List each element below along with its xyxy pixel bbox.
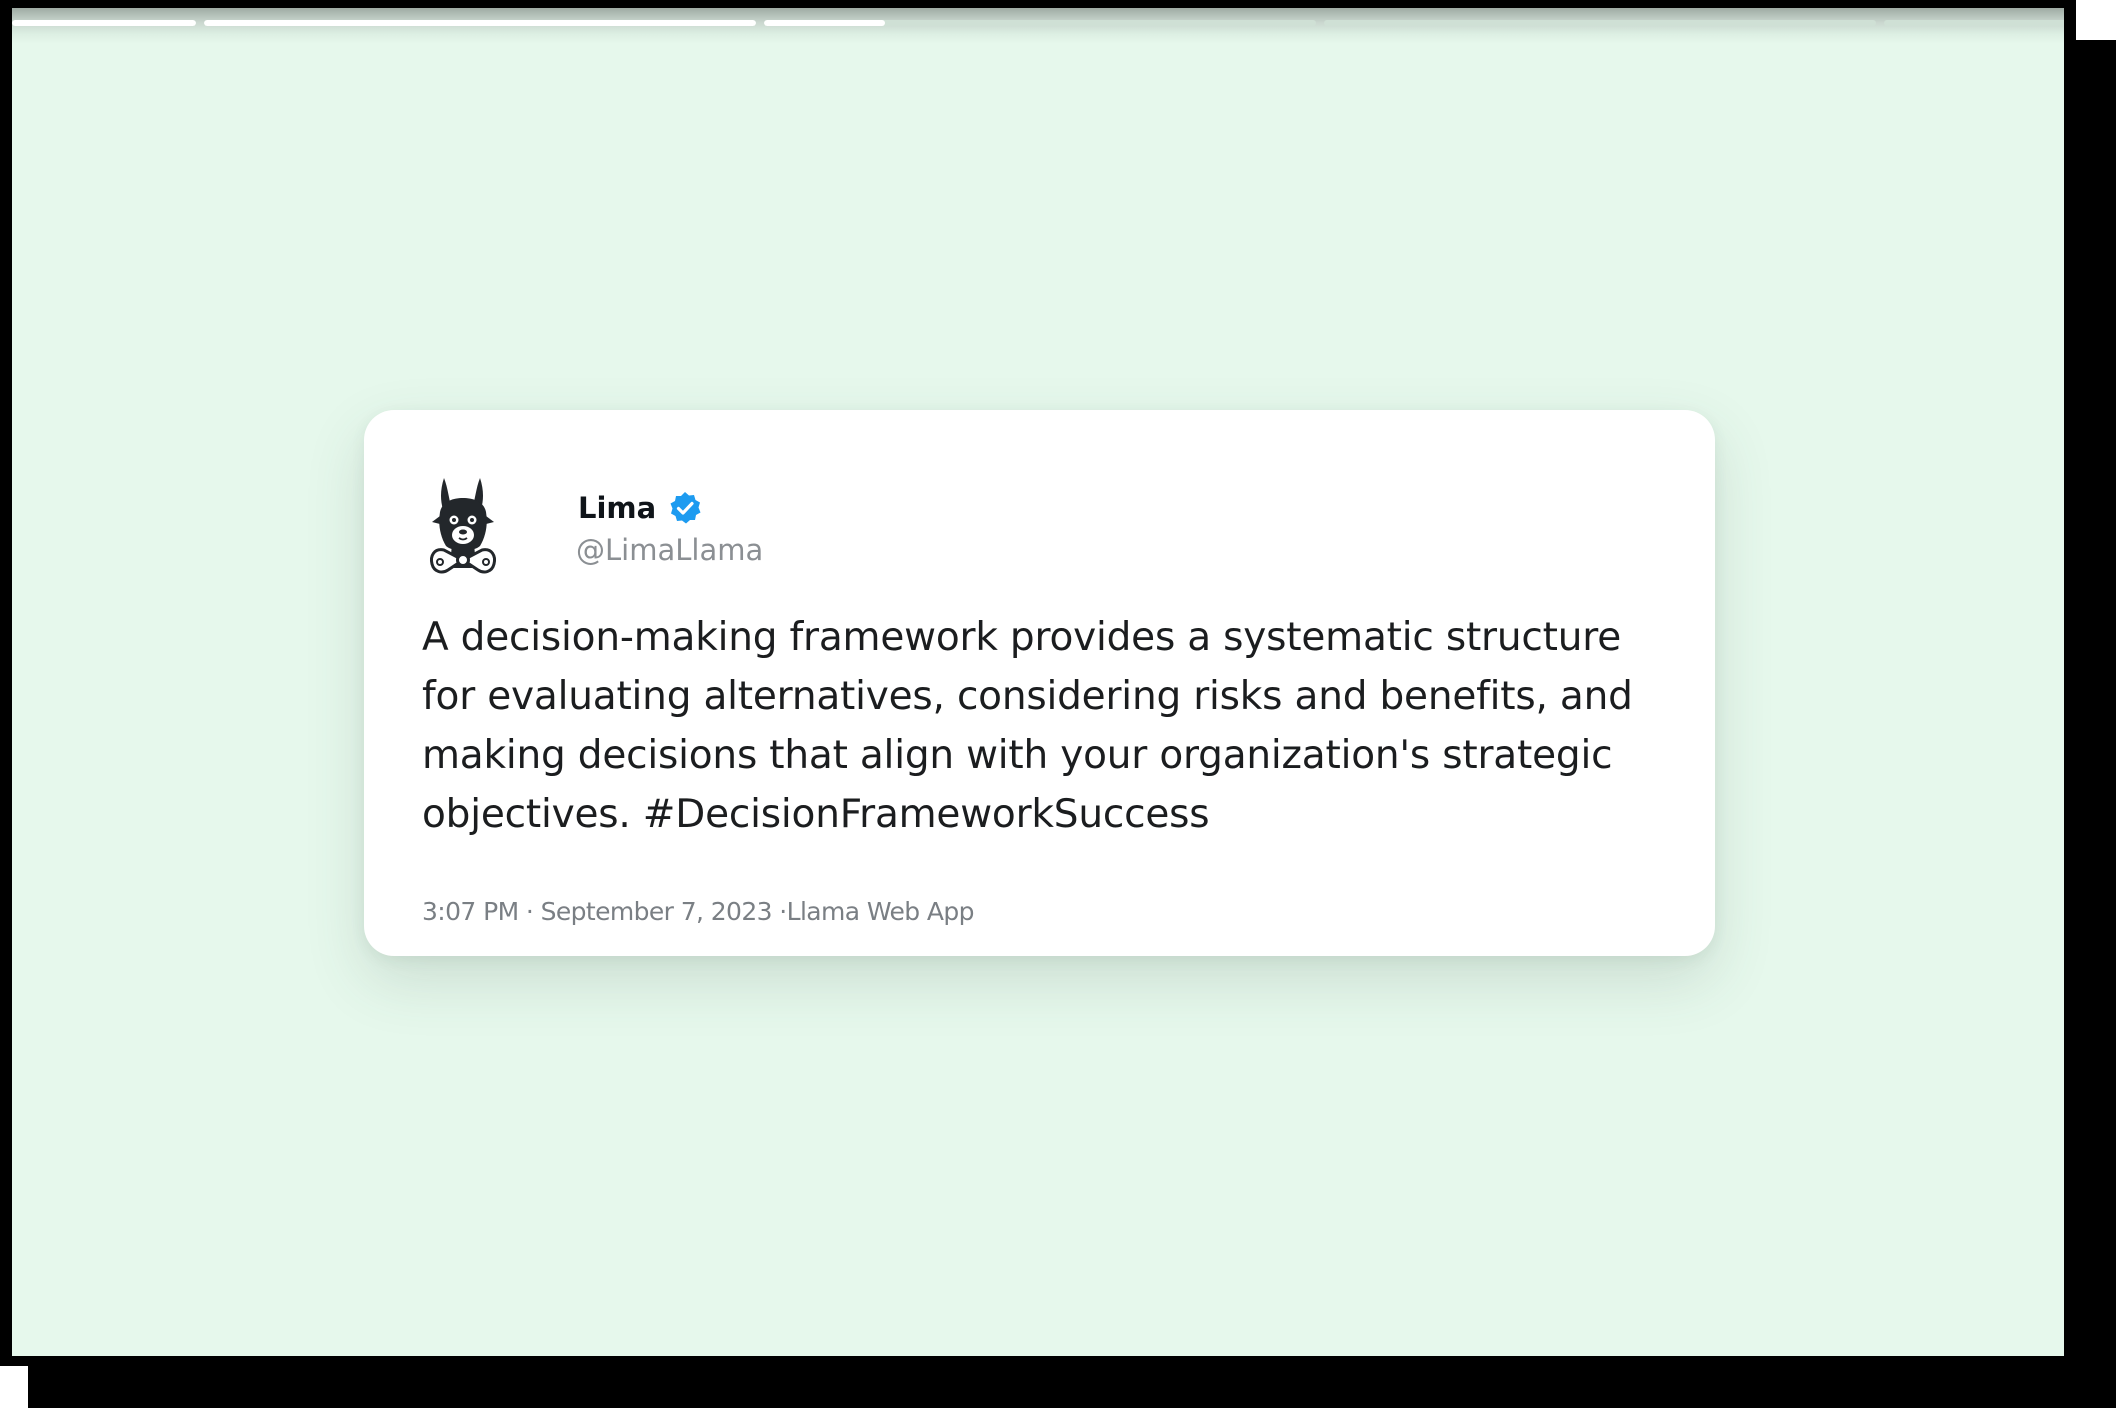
story-viewer: Lima @LimaLlama A decision-making framew… <box>12 8 2064 1356</box>
story-progress-fill <box>12 20 196 26</box>
story-progress-segment[interactable] <box>764 20 1316 26</box>
story-progress-fill <box>204 20 756 26</box>
story-progress-segment[interactable] <box>204 20 756 26</box>
verified-badge-icon <box>668 491 702 525</box>
top-right-tab <box>2076 0 2116 40</box>
tweet-meta: 3:07 PM · September 7, 2023 ·Llama Web A… <box>422 897 975 926</box>
tweet-card[interactable]: Lima @LimaLlama A decision-making framew… <box>364 410 1715 956</box>
tweet-text: A decision-making framework provides a s… <box>422 615 1633 837</box>
bottom-left-tab <box>0 1366 28 1408</box>
author-name[interactable]: Lima <box>578 490 702 526</box>
author-handle[interactable]: @LimaLlama <box>576 532 763 568</box>
story-progress-fill <box>764 20 886 26</box>
story-progress-segment[interactable] <box>1884 20 2064 26</box>
story-header-strip <box>12 8 2064 44</box>
story-progress-segment[interactable] <box>1324 20 1876 26</box>
llama-avatar-icon[interactable] <box>422 472 504 582</box>
story-progress-segment[interactable] <box>12 20 196 26</box>
screen-frame: Lima @LimaLlama A decision-making framew… <box>0 0 2116 1408</box>
author-name-text[interactable]: Lima <box>578 490 656 526</box>
